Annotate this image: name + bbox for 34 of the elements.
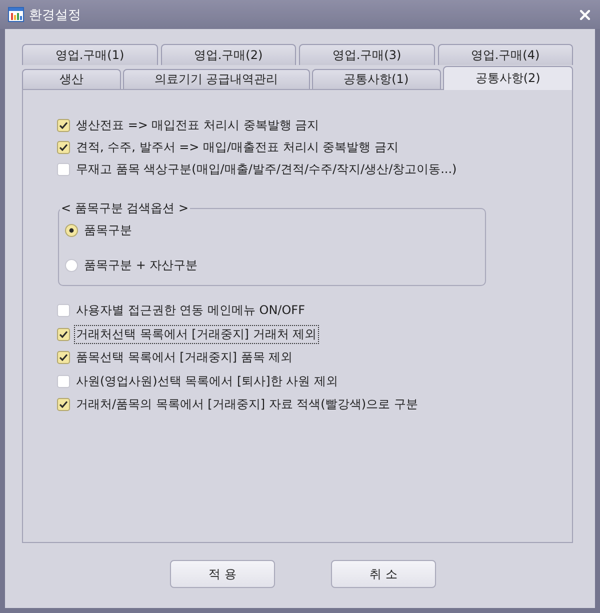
checkbox-label[interactable]: 무재고 품목 색상구분(매입/매출/발주/견적/수주/작지/생산/창고이동...) <box>75 160 458 178</box>
checkbox[interactable] <box>57 374 70 388</box>
checkbox-label[interactable]: 견적, 수주, 발주서 => 매입/매출전표 처리시 중복발행 금지 <box>75 138 400 156</box>
radio-button[interactable] <box>65 258 78 272</box>
app-window-icon <box>8 7 24 22</box>
checkbox-label[interactable]: 사원(영업사원)선택 목록에서 [퇴사]한 사원 제외 <box>75 372 339 390</box>
checkbox-label[interactable]: 거래처/품목의 목록에서 [거래중지] 자료 적색(빨강색)으로 구분 <box>75 396 419 414</box>
tab[interactable]: 영업.구매(3) <box>299 44 434 65</box>
apply-button[interactable]: 적 용 <box>170 560 275 588</box>
tab[interactable]: 공통사항(2) <box>442 66 573 90</box>
checkbox-label[interactable]: 품목선택 목록에서 [거래중지] 품목 제외 <box>75 349 294 366</box>
checkbox-label[interactable]: 생산전표 => 매입전표 처리시 중복발행 금지 <box>75 116 320 134</box>
tab[interactable]: 영업.구매(2) <box>160 44 296 65</box>
checkbox[interactable] <box>57 328 70 341</box>
radio-label[interactable]: 품목구분 <box>83 222 133 238</box>
cancel-button[interactable]: 취 소 <box>331 560 436 588</box>
tab[interactable]: 영업.구매(1) <box>22 44 158 65</box>
close-icon[interactable] <box>580 10 590 20</box>
checkbox[interactable] <box>57 398 70 412</box>
checkbox[interactable] <box>57 140 70 154</box>
checkbox[interactable] <box>57 304 70 318</box>
tab[interactable]: 영업.구매(4) <box>438 44 573 65</box>
group-title: < 품목구분 검색옵션 > <box>60 200 190 216</box>
radio-button[interactable] <box>65 224 78 236</box>
checkbox[interactable] <box>57 118 70 132</box>
checkbox-label[interactable]: 사용자별 접근권한 연동 메인메뉴 ON/OFF <box>75 302 306 320</box>
tab[interactable]: 의료기기 공급내역관리 <box>123 69 310 89</box>
window-title: 환경설정 <box>29 6 81 24</box>
checkbox-label[interactable]: 거래처선택 목록에서 [거래중지] 거래처 제외 <box>75 326 318 343</box>
tab[interactable]: 공통사항(1) <box>312 69 441 89</box>
checkbox[interactable] <box>57 162 70 176</box>
checkbox[interactable] <box>57 351 70 364</box>
radio-label[interactable]: 품목구분 + 자산구분 <box>83 256 199 274</box>
tab[interactable]: 생산 <box>22 69 122 89</box>
